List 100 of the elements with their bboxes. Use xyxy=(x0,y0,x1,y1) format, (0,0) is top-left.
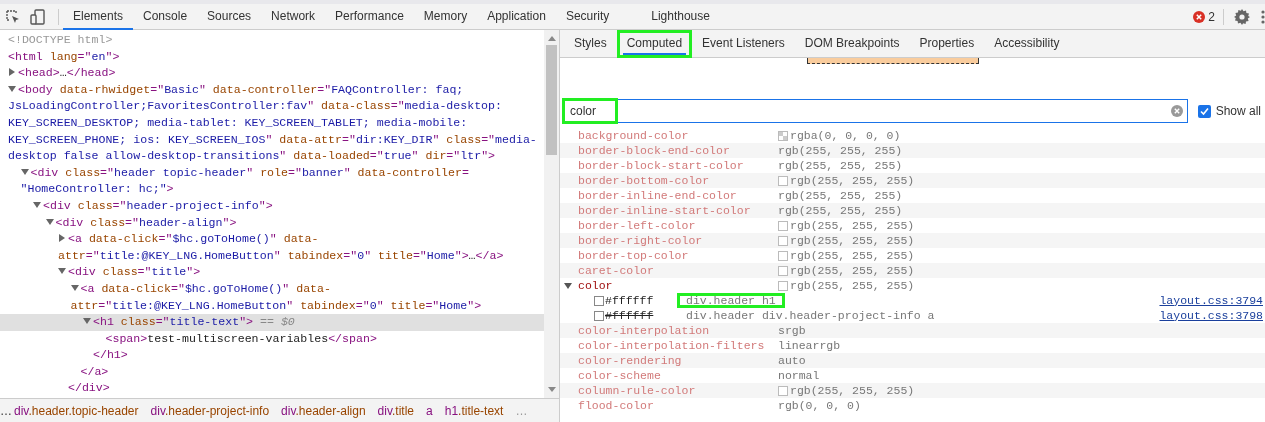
device-icon[interactable] xyxy=(30,8,46,25)
property-name: border-top-color xyxy=(578,247,690,264)
property-value: rgb(255, 255, 255) xyxy=(778,202,903,219)
property-name: color-scheme xyxy=(578,367,662,384)
breadcrumb-ellipsis[interactable]: … xyxy=(0,401,12,420)
dom-node-line[interactable]: <a data-click="$hc.goToHome()" data-attr="title:@KEY_LNG.HomeButton" tabindex="0" title="Home">…</a> xyxy=(0,231,544,265)
property-value: rgb(255, 255, 255) xyxy=(778,142,903,159)
property-name: caret-color xyxy=(578,262,655,279)
color-swatch-icon[interactable] xyxy=(778,250,788,261)
color-swatch-icon[interactable] xyxy=(778,280,788,291)
collapsed-arrow-icon[interactable] xyxy=(58,234,66,243)
trace-value: #ffffff xyxy=(605,307,655,324)
color-swatch-icon[interactable] xyxy=(594,295,604,306)
scroll-up-icon[interactable] xyxy=(547,36,556,41)
show-all-label[interactable]: Show all xyxy=(1215,102,1261,120)
color-swatch-icon[interactable] xyxy=(778,175,788,186)
sidebar-tab[interactable]: Styles xyxy=(564,30,617,58)
color-swatch-icon[interactable] xyxy=(778,385,788,396)
closing-tag: </a> xyxy=(80,364,109,378)
closing-tag: </h1> xyxy=(93,348,128,362)
breadcrumb-item[interactable]: div.header-project-info xyxy=(150,401,270,420)
expanded-arrow-icon[interactable] xyxy=(70,283,79,292)
sidebar-tab[interactable]: Properties xyxy=(909,30,985,58)
sidebar-tab[interactable]: Computed xyxy=(616,30,693,58)
trace-value: #ffffff xyxy=(605,292,655,309)
property-value: rgb(255, 255, 255) xyxy=(790,277,915,294)
scrollbar-thumb[interactable] xyxy=(546,45,557,155)
property-name: border-inline-end-color xyxy=(578,187,738,204)
clear-icon[interactable] xyxy=(1170,105,1183,117)
panel-tab[interactable]: Performance xyxy=(325,3,414,30)
expanded-arrow-icon[interactable] xyxy=(45,217,54,226)
property-value: srgb xyxy=(778,322,806,339)
property-value: normal xyxy=(778,367,820,384)
property-name: border-block-start-color xyxy=(578,157,745,174)
panel-tab[interactable]: Lighthouse xyxy=(641,3,720,30)
dom-node-line[interactable]: <div class="title"> xyxy=(0,264,544,281)
property-name: color-interpolation xyxy=(578,322,711,339)
panel-tab[interactable]: Application xyxy=(477,3,556,30)
expanded-arrow-icon[interactable] xyxy=(33,200,41,209)
breadcrumb-item[interactable]: h1.title-text xyxy=(444,401,504,420)
property-name: border-block-end-color xyxy=(578,142,731,159)
scroll-down-icon[interactable] xyxy=(547,387,556,392)
more-options-icon[interactable] xyxy=(1261,9,1265,24)
property-name: column-rule-color xyxy=(578,382,697,399)
expanded-arrow-icon[interactable] xyxy=(83,317,91,326)
breadcrumb-item[interactable]: div.header.topic-header xyxy=(14,401,139,420)
property-value: rgb(255, 255, 255) xyxy=(790,382,915,399)
property-name: flood-color xyxy=(578,397,655,414)
dom-node-line[interactable]: <body data-rhwidget="Basic" data-controller="FAQController: faq; JsLoadingController;FavoritesController:fav" data-class="media-desktop: KEY_SCREEN_DESKTOP; media-tablet: KEY_SCREEN_TABLET; media-mobile: KEY_SCREEN_PHONE; ios: KEY_SCREEN_IOS" data-attr="dir:KEY_DIR" class="media-desktop false allow-desktop-transitions" data-loaded="true" dir="ltr"> xyxy=(0,81,544,165)
dom-node-line[interactable]: <div class="header-project-info"> xyxy=(0,197,544,215)
color-swatch-icon[interactable] xyxy=(594,310,604,321)
transparent-swatch-icon[interactable] xyxy=(778,130,788,141)
breadcrumb-item[interactable]: a xyxy=(426,401,433,420)
property-value: rgb(255, 255, 255) xyxy=(790,217,915,234)
panel-tab[interactable]: Elements xyxy=(63,3,134,30)
breadcrumb-item[interactable]: div.title xyxy=(377,401,415,420)
property-name: background-color xyxy=(578,127,690,144)
expanded-arrow-icon[interactable] xyxy=(20,167,29,176)
collapsed-arrow-icon[interactable] xyxy=(8,68,16,77)
panel-tab[interactable]: Memory xyxy=(413,3,478,30)
expanded-arrow-icon[interactable] xyxy=(58,267,66,276)
property-value: auto xyxy=(778,352,806,369)
property-value: rgb(255, 255, 255) xyxy=(790,232,915,249)
filter-field[interactable]: color xyxy=(562,99,1188,123)
expanded-arrow-icon[interactable] xyxy=(564,281,572,290)
sidebar-tab[interactable]: DOM Breakpoints xyxy=(794,30,910,58)
dom-node-line[interactable]: <span>test-multiscreen-variables</span> xyxy=(0,330,544,348)
expanded-arrow-icon[interactable] xyxy=(8,84,16,93)
dom-node-line[interactable]: <html lang="en"> xyxy=(0,48,544,66)
color-swatch-icon[interactable] xyxy=(778,265,788,276)
property-value: rgb(255, 255, 255) xyxy=(778,157,903,174)
property-name: color xyxy=(578,277,614,294)
dom-node-line[interactable]: <head>…</head> xyxy=(0,65,544,82)
error-icon[interactable] xyxy=(1193,10,1206,23)
property-name: color-rendering xyxy=(578,352,683,369)
panel-tab[interactable]: Console xyxy=(133,3,198,30)
property-name: border-inline-start-color xyxy=(578,202,752,219)
breadcrumb-item[interactable]: div.header-align xyxy=(281,401,366,420)
property-value: rgb(255, 255, 255) xyxy=(790,172,915,189)
dom-node-line[interactable]: <a data-click="$hc.goToHome()" data-attr="title:@KEY_LNG.HomeButton" tabindex="0" title="Home"> xyxy=(0,280,544,315)
property-value: rgb(255, 255, 255) xyxy=(790,262,915,279)
property-value: rgb(255, 255, 255) xyxy=(790,247,915,264)
color-swatch-icon[interactable] xyxy=(778,235,788,246)
settings-icon[interactable] xyxy=(1234,8,1250,25)
sidebar-tab[interactable]: Event Listeners xyxy=(692,30,795,58)
panel-tab[interactable]: Network xyxy=(261,3,326,30)
property-name: border-right-color xyxy=(578,232,704,249)
color-swatch-icon[interactable] xyxy=(778,220,788,231)
property-name: color-interpolation-filters xyxy=(578,337,766,354)
sidebar-tab[interactable]: Accessibility xyxy=(984,30,1070,58)
panel-tab[interactable]: Security xyxy=(555,3,620,30)
panel-tab[interactable]: Sources xyxy=(197,3,262,30)
dom-node-line[interactable]: <div class="header topic-header" role="banner" data-controller= "HomeController: hc;"> xyxy=(0,164,544,198)
property-value: rgb(0, 0, 0) xyxy=(778,397,861,414)
dom-node-line[interactable]: <div class="header-align"> xyxy=(0,214,544,232)
show-all-checkbox[interactable] xyxy=(1197,104,1211,118)
property-value: rgba(0, 0, 0, 0) xyxy=(790,127,901,144)
inspect-icon[interactable] xyxy=(5,8,21,25)
scrollbar[interactable] xyxy=(544,30,559,398)
error-count[interactable]: 2 xyxy=(1208,7,1215,26)
